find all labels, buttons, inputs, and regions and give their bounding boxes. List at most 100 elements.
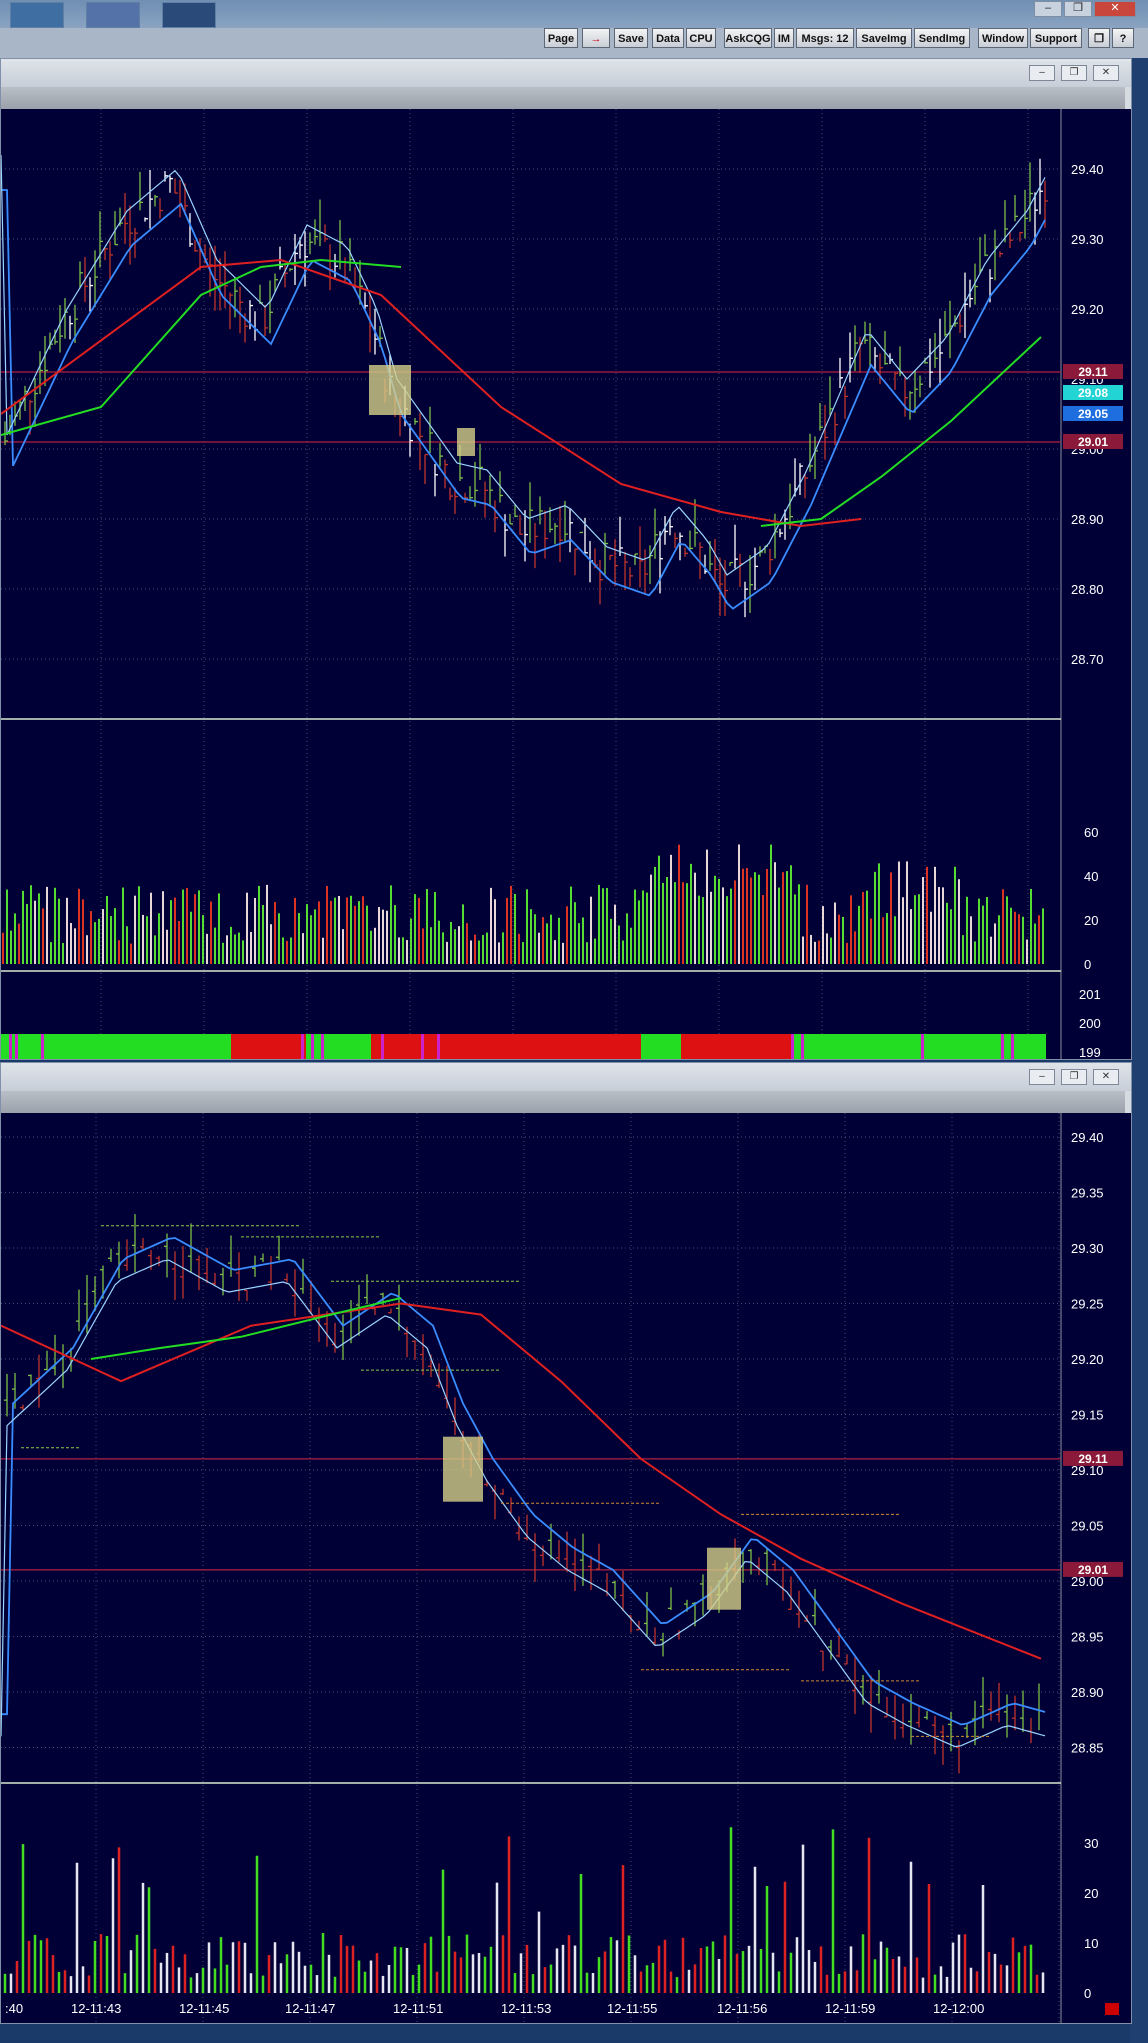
pane-1-highlight-box-2 [457,428,475,456]
main-toolbar: Page → Save Data CPU AskCQG IM Msgs: 12 … [540,28,1148,50]
task-thumbnails [0,0,220,28]
pane-2-price-tick-label: 29.25 [1071,1297,1104,1312]
cpu-button[interactable]: CPU [686,28,716,48]
pane-2-title-bar [1,1091,1125,1113]
pane-1-indicator-marker [801,1034,804,1089]
pane-1-volume-tick-label: 40 [1084,869,1098,884]
pane-2-price-tick-label: 29.05 [1071,1519,1104,1534]
pane-2-header: – ❐ ✕ [1,1063,1131,1091]
pane-1-indicator-segment [991,1034,1046,1089]
page-button[interactable]: Page [544,28,578,48]
sendimg-button[interactable]: SendImg [914,28,970,48]
pane-1-indicator-tick-label: 200 [1079,1016,1101,1031]
pane-2-volume-tick-label: 20 [1084,1886,1098,1901]
chart-pane-1: – ❐ ✕ 29.40 29.30 29.20 29.10 29.00 28.90 28.8… [0,58,1132,1103]
pane-2-highlight-box-1 [443,1436,483,1502]
pane-2-volume-tick-label: 0 [1084,1986,1091,2001]
pane-1-price-tick-label: 28.80 [1071,582,1104,597]
task-thumb-2[interactable] [86,2,140,28]
pane-1-indicator-marker [437,1034,440,1089]
pane-1-indicator-segment [641,1034,681,1089]
pane-1-indicator-segment [1,1034,231,1089]
pane-1-indicator-marker [321,1034,324,1089]
pane-2-red-moving-average [0,1302,1042,1660]
chart-pane-2: – ❐ ✕ 29.40 29.35 29.30 29.25 29.20 29.15 29.1… [0,1062,1132,2024]
saveimg-button[interactable]: SaveImg [856,28,912,48]
pane-2-restore-button[interactable]: ❐ [1061,1069,1087,1085]
pane-1-price-tick-label: 28.90 [1071,512,1104,527]
save-button[interactable]: Save [614,28,648,48]
pane-1-indicator-segment [306,1034,371,1089]
pane-2-price-tick-label: 29.40 [1071,1130,1104,1145]
pane-2-time-label: 12-11:59 [825,2001,875,2016]
pane-2-price-tick-label: 29.15 [1071,1408,1104,1423]
pane-1-indicator-marker [301,1034,304,1089]
pane-2-price-badge-label: 29.01 [1078,1563,1108,1577]
pane-2-time-label: 12-11:43 [71,2001,121,2016]
pane-1-header: – ❐ ✕ [1,59,1131,87]
pane-2-highlight-box-2 [707,1547,741,1610]
pane-2-time-label: 12-11:45 [179,2001,229,2016]
pane-1-volume-tick-label: 20 [1084,913,1098,928]
pane-1-indicator-marker [41,1034,44,1089]
support-button[interactable]: Support [1030,28,1082,48]
pane-1-volume-tick-label: 0 [1084,957,1091,972]
pane-1-indicator-tick-label: 199 [1079,1045,1101,1059]
pane-1-volume-tick-label: 60 [1084,825,1098,840]
pane-1-minimize-button[interactable]: – [1029,65,1055,81]
right-window-edge [1130,58,1148,2043]
pane-1-red-moving-average [0,258,862,528]
layout-icon[interactable]: ❐ [1088,28,1110,48]
pane-1-restore-button[interactable]: ❐ [1061,65,1087,81]
task-thumb-1[interactable] [10,2,64,28]
pane-1-indicator-segment [791,1034,841,1089]
pane-2-minimize-button[interactable]: – [1029,1069,1055,1085]
pane-1-price-tick-label: 29.30 [1071,232,1104,247]
pane-2-price-tick-label: 29.20 [1071,1352,1104,1367]
pane-2-volume-tick-label: 30 [1084,1836,1098,1851]
pane-1-price-badge-label: 29.11 [1078,365,1108,379]
pane-2-price-badge-label: 29.11 [1078,1452,1108,1466]
window-close-button[interactable]: ✕ [1094,1,1136,17]
data-button[interactable]: Data [652,28,684,48]
pane-1-indicator-marker [791,1034,794,1089]
pane-2-chart-svg[interactable]: 29.4029.3529.3029.2529.2029.1529.1029.05… [0,1113,1131,2023]
window-minimize-button[interactable]: – [1034,1,1062,17]
pane-2-time-label: 12-11:55 [607,2001,657,2016]
pane-1-chart-area[interactable]: 29.40 29.30 29.20 29.10 29.00 28.90 28.80 28.70… [0,109,1131,1103]
pane-1-indicator-marker [381,1034,384,1089]
pane-2-scroll-arrow-icon [1105,2003,1119,2015]
pane-1-price-badge-label: 29.08 [1078,386,1108,400]
pane-2-price-tick-label: 28.90 [1071,1685,1104,1700]
pane-2-volume-tick-label: 10 [1084,1936,1098,1951]
window-button[interactable]: Window [978,28,1028,48]
pane-1-chart-svg[interactable]: 29.4029.3029.2029.1029.0028.9028.8028.70… [0,109,1131,1103]
pane-1-price-tick-label: 29.20 [1071,302,1104,317]
task-thumb-3[interactable] [162,2,216,28]
pane-2-time-label: 12-11:51 [393,2001,443,2016]
window-restore-button[interactable]: ❐ [1064,1,1092,17]
pane-1-close-button[interactable]: ✕ [1093,65,1119,81]
pane-1-indicator-segment [841,1034,921,1089]
im-button[interactable]: IM [774,28,794,48]
pane-2-close-button[interactable]: ✕ [1093,1069,1119,1085]
pane-1-highlight-box-1 [369,365,411,415]
messages-button[interactable]: Msgs: 12 [796,28,854,48]
pane-1-indicator-marker [1001,1034,1004,1089]
pane-1-price-badge-label: 29.05 [1078,407,1108,421]
pane-2-time-label: 12-12:00 [933,2001,984,2016]
pane-2-price-tick-label: 29.35 [1071,1186,1104,1201]
help-button[interactable]: ? [1112,28,1134,48]
pane-1-indicator-segment [371,1034,641,1089]
pane-1-green-moving-average-right [760,336,1042,527]
pane-1-indicator-segment [231,1034,306,1089]
pane-1-indicator-tick-label: 201 [1079,987,1101,1002]
pane-2-chart-area[interactable]: 29.40 29.35 29.30 29.25 29.20 29.15 29.10 29.05… [0,1113,1131,2023]
pane-2-upper-band [1,1237,1046,1726]
arrow-button[interactable]: → [582,28,610,48]
pane-1-indicator-marker [15,1034,18,1089]
pane-1-price-badge-label: 29.01 [1078,435,1108,449]
pane-1-indicator-segment [681,1034,791,1089]
pane-2-time-label: 12-11:47 [285,2001,335,2016]
askcqg-button[interactable]: AskCQG [724,28,772,48]
